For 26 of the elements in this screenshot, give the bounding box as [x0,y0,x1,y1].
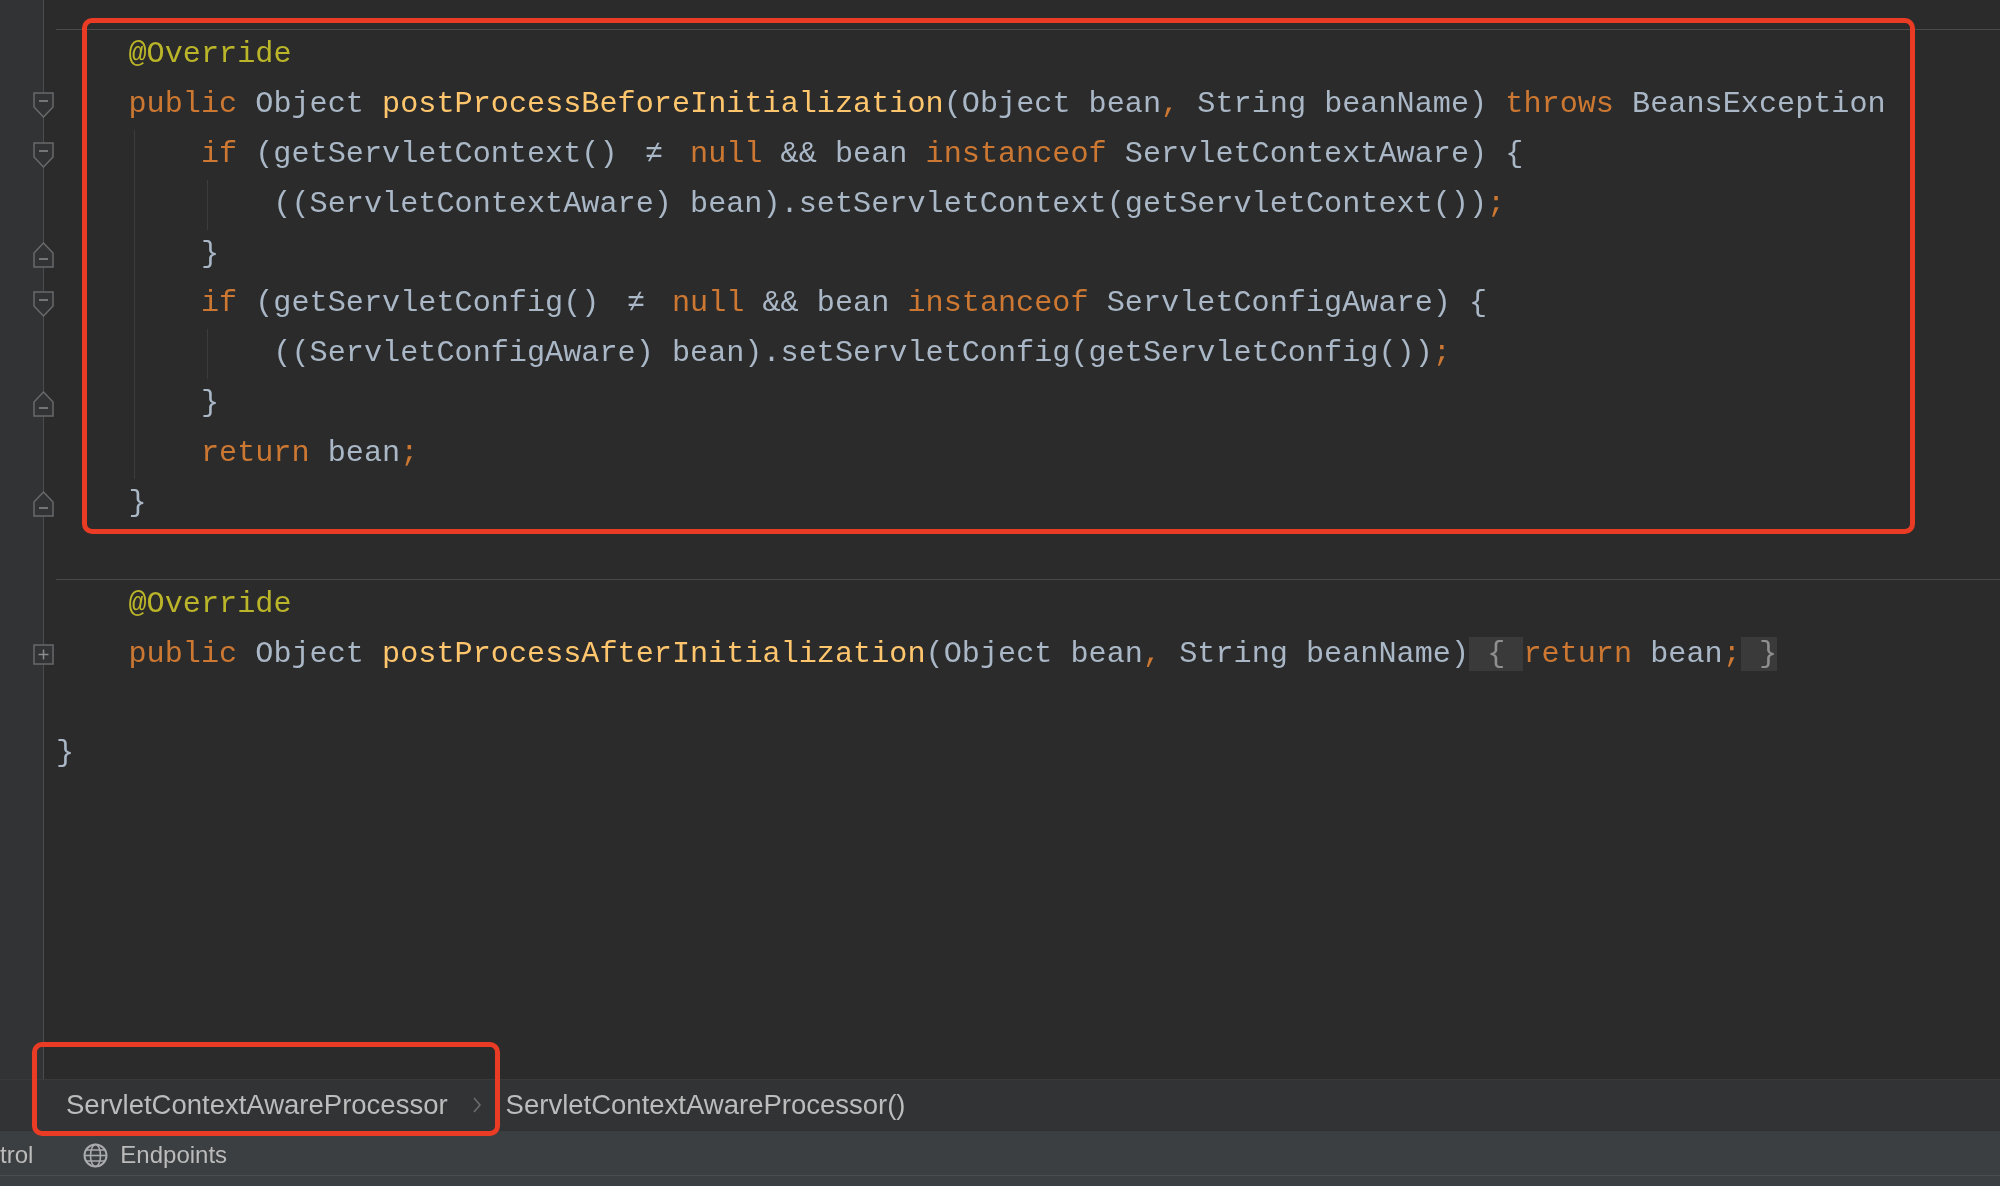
code-line: if (getServletConfig() ≠ null && bean instanceof ServletConfigAware) { [200,285,1488,323]
fold-marker-icon[interactable] [33,91,54,118]
code-line: @Override [128,36,292,73]
code-line: return bean; [200,435,419,473]
breadcrumb[interactable]: ServletContextAwareProcessor() [491,1080,920,1130]
fold-marker-icon[interactable] [33,141,54,168]
code-line: public Object postProcessBeforeInitialization(Object bean, String beanName) throws BeansException [128,85,1886,123]
code-line: } [200,235,220,273]
code-line: ((ServletContextAware) bean).setServletContext(getServletContext()); [273,185,1506,223]
code-line: if (getServletContext() ≠ null && bean instanceof ServletContextAware) { [200,135,1524,173]
code-line: public Object postProcessAfterInitialization(Object bean, String beanName) { return bean; } [128,635,1778,673]
code-line: } [56,735,75,773]
code-line: } [128,485,147,522]
tool-window-button[interactable]: Endpoints [76,1135,235,1175]
breadcrumb[interactable]: ServletContextAwareProcessor [52,1080,462,1130]
fold-end-icon[interactable] [33,490,54,517]
code-line: @Override [128,585,292,623]
fold-end-icon[interactable] [33,391,54,418]
plus-box-icon[interactable] [33,644,54,666]
chevron-icon [471,1096,482,1114]
globe-icon [83,1142,109,1168]
fold-end-icon[interactable] [33,241,54,268]
code-line: } [200,385,220,423]
fold-marker-icon[interactable] [33,291,54,318]
code-line: ((ServletConfigAware) bean).setServletConfig(getServletConfig()); [273,335,1451,373]
tool-window-tab[interactable]: trol [0,1141,34,1169]
